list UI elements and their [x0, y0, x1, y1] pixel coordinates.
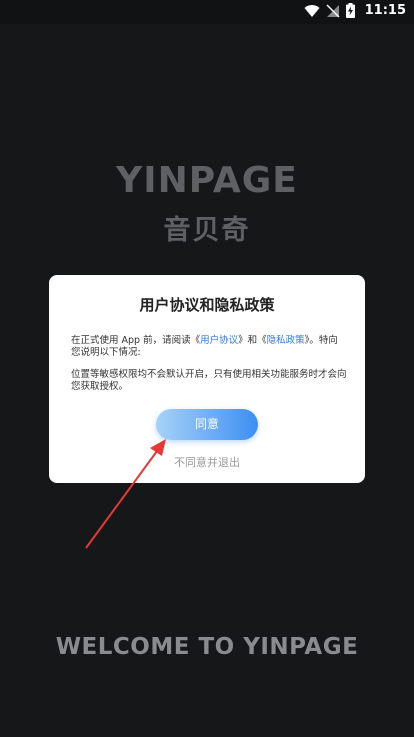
privacy-dialog: 用户协议和隐私政策 在正式使用 App 前，请阅读《用户协议》和《隐私政策》。特… [49, 275, 365, 483]
status-bar: 11:15 [0, 0, 414, 24]
no-signal-icon [326, 3, 340, 18]
privacy-policy-link[interactable]: 隐私政策 [267, 335, 305, 346]
battery-charging-icon [345, 3, 355, 18]
para1-middle: 》和《 [238, 335, 267, 346]
dialog-paragraph-2: 位置等敏感权限均不会默认开启，只有使用相关功能服务时才会向您获取授权。 [71, 369, 347, 392]
status-icons: 11:15 [304, 3, 406, 18]
dialog-paragraph-1: 在正式使用 App 前，请阅读《用户协议》和《隐私政策》。特向您说明以下情况: [71, 335, 347, 358]
status-time: 11:15 [364, 3, 406, 18]
wifi-icon [304, 4, 320, 17]
agree-button[interactable]: 同意 [156, 409, 258, 440]
brand-logo-en: YINPAGE [116, 160, 298, 201]
dialog-title: 用户协议和隐私政策 [139, 296, 275, 314]
dialog-body: 在正式使用 App 前，请阅读《用户协议》和《隐私政策》。特向您说明以下情况: … [71, 335, 347, 392]
user-agreement-link[interactable]: 用户协议 [200, 335, 238, 346]
disagree-exit-button[interactable]: 不同意并退出 [49, 454, 365, 470]
para1-prefix: 在正式使用 App 前，请阅读《 [71, 335, 201, 346]
welcome-text: WELCOME TO YINPAGE [55, 634, 359, 660]
brand-logo-cn: 音贝奇 [163, 215, 251, 246]
